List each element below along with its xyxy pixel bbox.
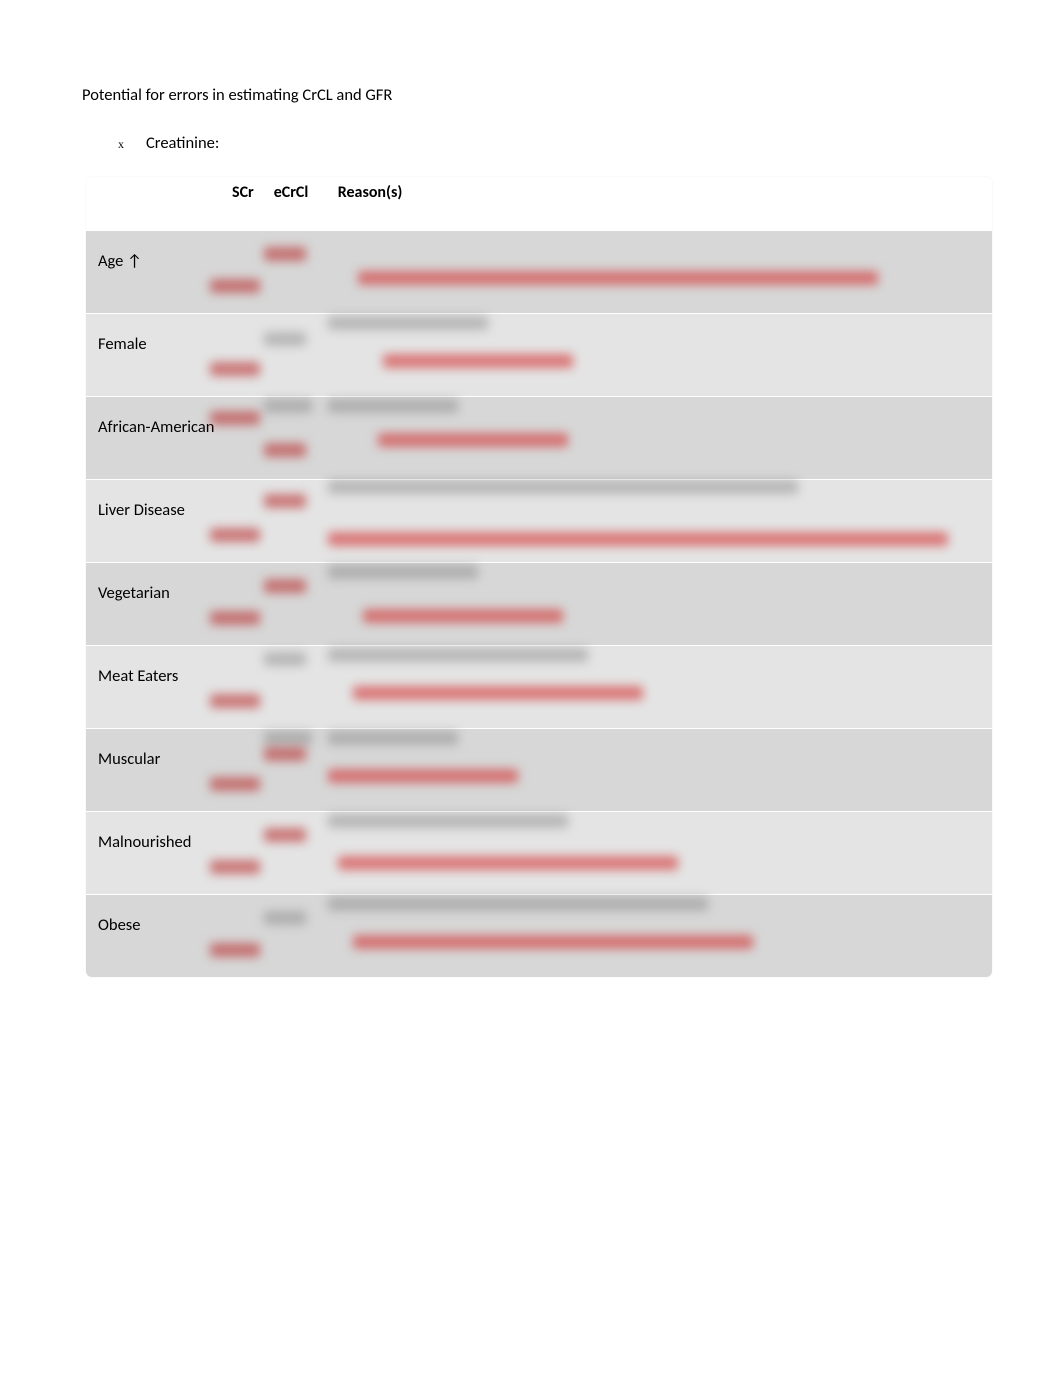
- factor-cell: Obese: [86, 895, 222, 978]
- scr-cell: [222, 895, 264, 978]
- ecrcl-cell: [264, 895, 328, 978]
- scr-cell: [222, 729, 264, 812]
- ecrcl-cell: [264, 231, 328, 314]
- col-ecrcl-header: eCrCl: [264, 177, 328, 231]
- table-row: Muscular: [86, 729, 992, 812]
- reason-cell: [328, 895, 992, 978]
- reason-cell: [328, 397, 992, 480]
- scr-cell: [222, 646, 264, 729]
- reason-cell: [328, 812, 992, 895]
- reason-cell: [328, 563, 992, 646]
- factor-cell: Female: [86, 314, 222, 397]
- scr-cell: [222, 480, 264, 563]
- scr-cell: [222, 231, 264, 314]
- table-row: Obese: [86, 895, 992, 978]
- table-header-row: SCr eCrCl Reason(s): [86, 177, 992, 231]
- factor-cell: Liver Disease: [86, 480, 222, 563]
- table-row: African-American: [86, 397, 992, 480]
- factor-cell: Vegetarian: [86, 563, 222, 646]
- reason-cell: [328, 231, 992, 314]
- crcl-table: SCr eCrCl Reason(s) Age ↑FemaleAfrican-A…: [86, 177, 992, 977]
- table-row: Malnourished: [86, 812, 992, 895]
- table-row: Vegetarian: [86, 563, 992, 646]
- col-factor-header: [86, 177, 222, 231]
- factor-cell: Muscular: [86, 729, 222, 812]
- bullet-item: x Creatinine:: [118, 133, 992, 153]
- ecrcl-cell: [264, 314, 328, 397]
- table-row: Female: [86, 314, 992, 397]
- reason-cell: [328, 480, 992, 563]
- ecrcl-cell: [264, 646, 328, 729]
- factor-cell: Malnourished: [86, 812, 222, 895]
- ecrcl-cell: [264, 397, 328, 480]
- scr-cell: [222, 314, 264, 397]
- table-row: Meat Eaters: [86, 646, 992, 729]
- reason-cell: [328, 646, 992, 729]
- factor-cell: Age ↑: [86, 231, 222, 314]
- bullet-marker: x: [118, 137, 146, 152]
- ecrcl-cell: [264, 812, 328, 895]
- ecrcl-cell: [264, 563, 328, 646]
- scr-cell: [222, 563, 264, 646]
- table-row: Liver Disease: [86, 480, 992, 563]
- table-row: Age ↑: [86, 231, 992, 314]
- ecrcl-cell: [264, 480, 328, 563]
- factor-cell: African-American: [86, 397, 222, 480]
- reason-cell: [328, 729, 992, 812]
- bullet-label: Creatinine:: [146, 133, 219, 153]
- factor-cell: Meat Eaters: [86, 646, 222, 729]
- page-title: Potential for errors in estimating CrCL …: [82, 85, 992, 105]
- scr-cell: [222, 812, 264, 895]
- scr-cell: [222, 397, 264, 480]
- reason-cell: [328, 314, 992, 397]
- col-reason-header: Reason(s): [328, 177, 992, 231]
- col-scr-header: SCr: [222, 177, 264, 231]
- ecrcl-cell: [264, 729, 328, 812]
